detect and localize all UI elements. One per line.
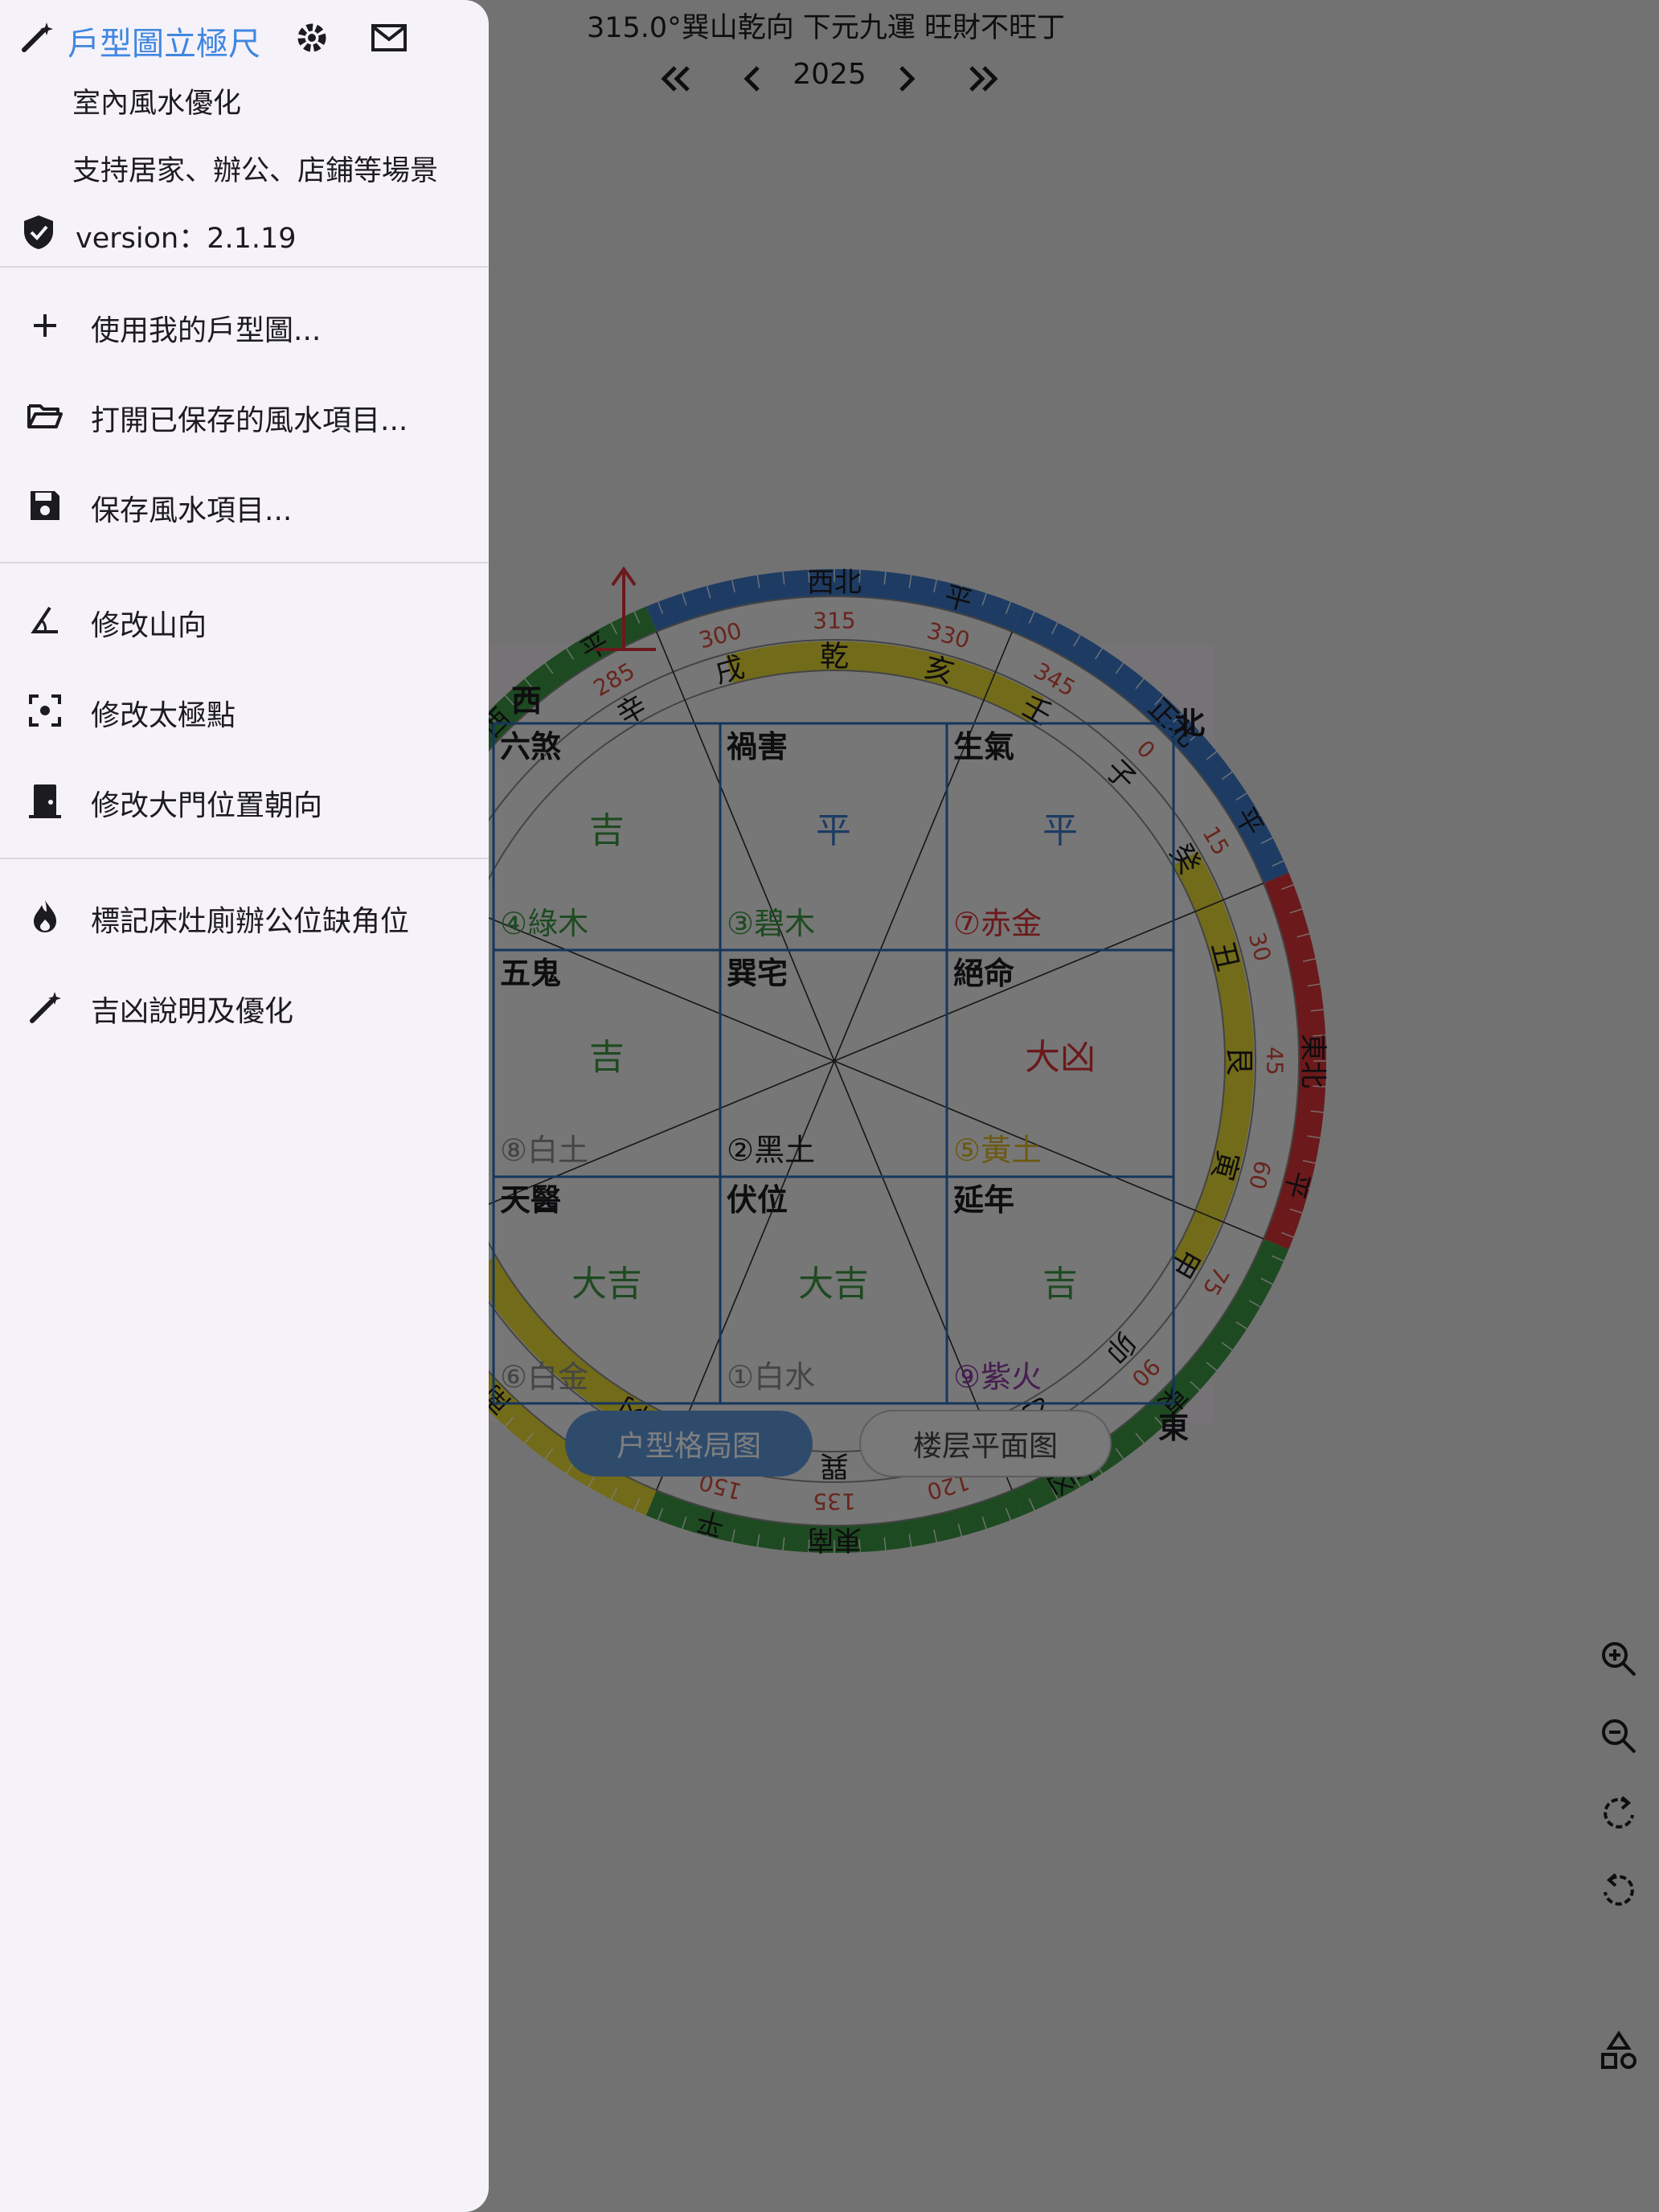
angle-icon — [26, 601, 64, 640]
app-title: 戶型圖立極尺 — [68, 26, 260, 63]
menu-label: 吉凶說明及優化 — [91, 995, 294, 1028]
drawer-divider-3 — [0, 858, 489, 859]
menu-label: 保存風水項目... — [91, 494, 293, 527]
drawer-subtitle-1: 室內風水優化 — [72, 88, 242, 120]
shield-check-icon — [21, 214, 56, 251]
navigation-drawer: 戶型圖立極尺 室內風水優化 支持居家、辦公、店鋪等場景 version：2.1.… — [0, 0, 489, 2212]
settings-button[interactable] — [293, 19, 330, 56]
menu-save-project[interactable]: 保存風水項目... — [0, 461, 489, 551]
magic-wand-icon — [19, 19, 55, 55]
drawer-divider-1 — [0, 266, 489, 268]
plus-icon — [26, 306, 64, 345]
menu-label: 修改太極點 — [91, 699, 236, 732]
menu-label: 修改大門位置朝向 — [91, 789, 323, 822]
save-icon — [26, 486, 64, 525]
drawer-subtitle-2: 支持居家、辦公、店鋪等場景 — [72, 155, 439, 187]
version-label: version：2.1.19 — [76, 223, 297, 255]
menu-label: 使用我的戶型圖... — [91, 314, 322, 347]
door-icon — [26, 781, 64, 820]
drawer-divider-2 — [0, 562, 489, 563]
menu-fortune-explanation[interactable]: 吉凶說明及優化 — [0, 961, 489, 1051]
flame-icon — [26, 897, 64, 936]
menu-edit-center-point[interactable]: 修改太極點 — [0, 666, 489, 756]
email-button[interactable] — [370, 21, 408, 56]
menu-use-floorplan[interactable]: 使用我的戶型圖... — [0, 281, 489, 371]
magic-wand-icon — [26, 987, 64, 1026]
menu-label: 標記床灶廁辦公位缺角位 — [91, 905, 410, 938]
menu-open-project[interactable]: 打開已保存的風水項目... — [0, 371, 489, 461]
menu-edit-main-door[interactable]: 修改大門位置朝向 — [0, 756, 489, 846]
center-focus-icon — [26, 691, 64, 730]
menu-label: 打開已保存的風水項目... — [91, 404, 408, 437]
folder-open-icon — [26, 396, 64, 435]
menu-mark-positions[interactable]: 標記床灶廁辦公位缺角位 — [0, 871, 489, 961]
menu-label: 修改山向 — [91, 609, 207, 642]
menu-edit-orientation[interactable]: 修改山向 — [0, 576, 489, 666]
mail-icon — [371, 24, 407, 51]
gear-icon — [297, 23, 326, 52]
